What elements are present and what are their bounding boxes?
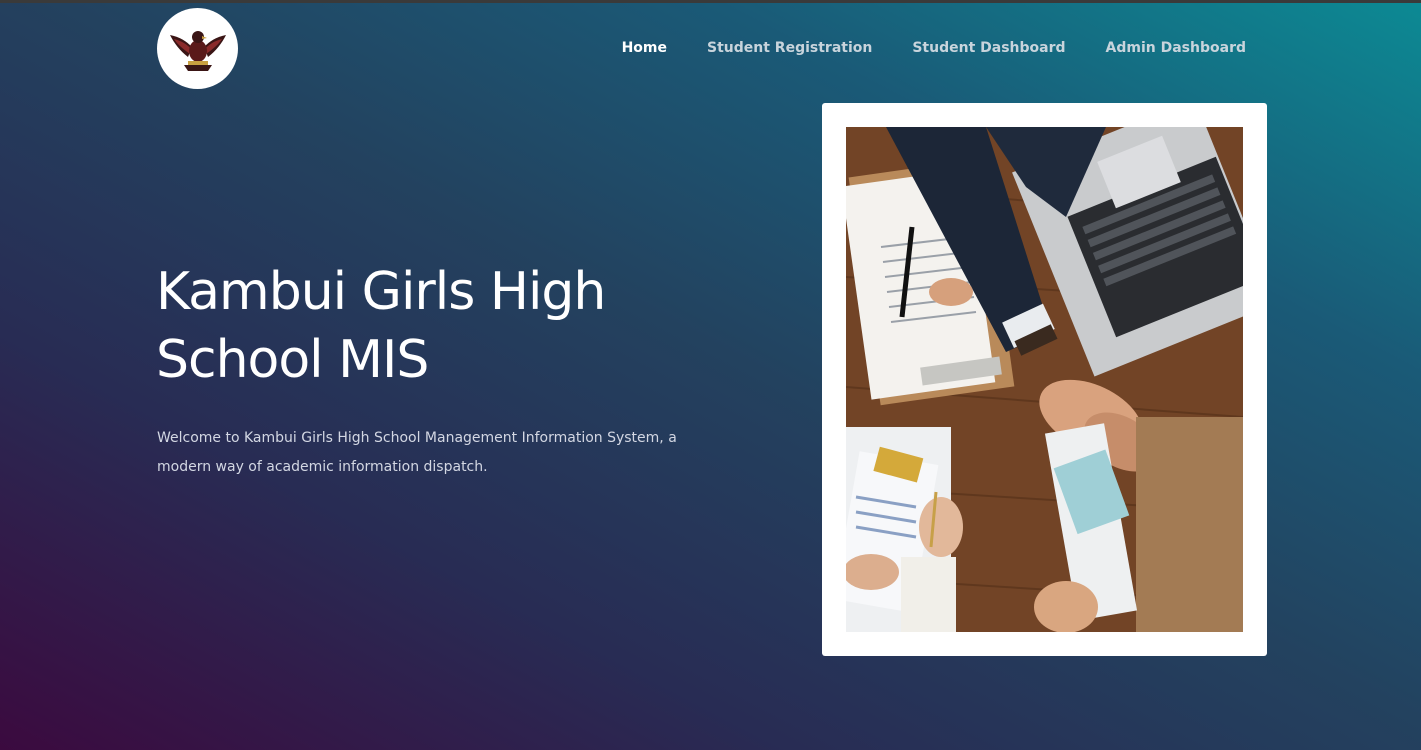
school-logo[interactable] bbox=[157, 8, 238, 89]
main-nav: Home Student Registration Student Dashbo… bbox=[582, 40, 1246, 56]
business-handshake-photo bbox=[846, 127, 1243, 632]
hero-image-frame bbox=[822, 103, 1267, 656]
hero-title: Kambui Girls High School MIS bbox=[156, 262, 606, 390]
nav-student-registration[interactable]: Student Registration bbox=[707, 40, 872, 56]
nav-home[interactable]: Home bbox=[622, 40, 667, 56]
top-border bbox=[0, 0, 1421, 3]
eagle-crest-icon bbox=[169, 30, 226, 71]
hero-image bbox=[846, 127, 1243, 632]
hero-description: Welcome to Kambui Girls High School Mana… bbox=[157, 430, 677, 475]
nav-student-dashboard[interactable]: Student Dashboard bbox=[912, 40, 1065, 56]
nav-admin-dashboard[interactable]: Admin Dashboard bbox=[1106, 40, 1246, 56]
